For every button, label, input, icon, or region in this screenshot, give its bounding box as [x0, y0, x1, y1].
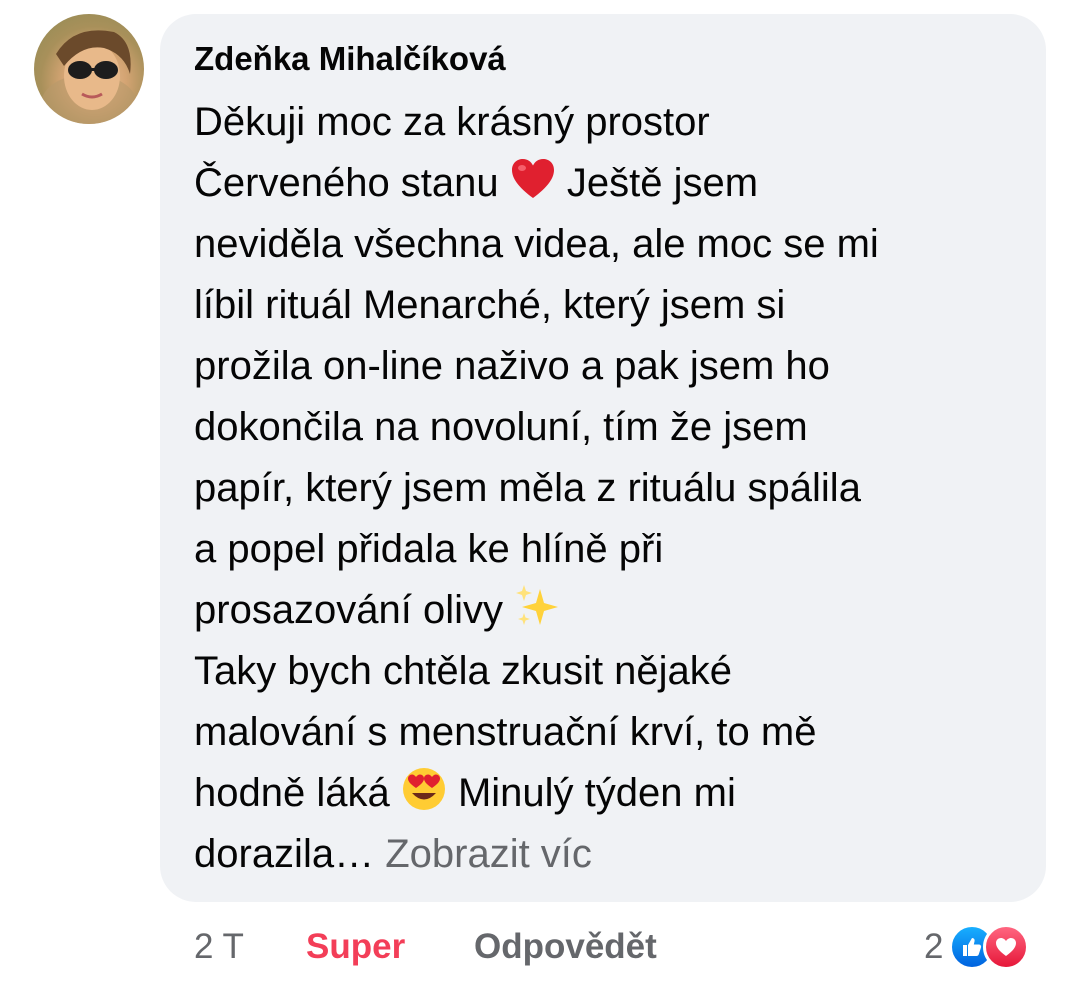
text-segment: Minulý týden mi	[446, 771, 736, 815]
text-segment: malování s menstruační krví, to mě	[194, 710, 817, 754]
love-icon	[983, 924, 1030, 970]
text-segment: Ještě jsem	[555, 161, 759, 205]
text-line: Děkuji moc za krásný prostor	[194, 92, 1034, 153]
text-segment: Červeného stanu	[194, 161, 510, 205]
red-heart-emoji-icon	[511, 159, 554, 198]
text-line: neviděla všechna videa, ale moc se mi	[194, 214, 1034, 275]
text-line: papír, který jsem měla z rituálu spálila	[194, 458, 1034, 519]
super-reaction-button[interactable]: Super	[306, 922, 405, 972]
text-line: dokončila na novoluní, tím že jsem	[194, 397, 1034, 458]
text-segment: prožila on-line naživo a pak jsem ho	[194, 344, 830, 388]
comment-actions: 2 T Super Odpovědět 2	[0, 922, 1079, 972]
text-line: prosazování olivy	[194, 580, 1034, 641]
text-segment: Děkuji moc za krásný prostor	[194, 100, 710, 144]
author-name[interactable]: Zdeňka Mihalčíková	[194, 40, 506, 78]
text-line: prožila on-line naživo a pak jsem ho	[194, 336, 1034, 397]
comment-timestamp[interactable]: 2 T	[194, 922, 244, 972]
text-segment: papír, který jsem měla z rituálu spálila	[194, 466, 861, 510]
text-segment: dokončila na novoluní, tím že jsem	[194, 405, 808, 449]
text-line: Červeného stanu Ještě jsem	[194, 153, 1034, 214]
text-line: hodně láká Minulý týden mi	[194, 763, 1034, 824]
avatar[interactable]	[34, 14, 144, 124]
reply-button[interactable]: Odpovědět	[474, 922, 657, 972]
text-segment: Taky bych chtěla zkusit nějaké	[194, 649, 733, 693]
text-line: a popel přidala ke hlíně při	[194, 519, 1034, 580]
text-segment: líbil rituál Menarché, který jsem si	[194, 283, 786, 327]
text-segment: hodně láká	[194, 771, 401, 815]
text-line: dorazila… Zobrazit víc	[194, 824, 1034, 885]
text-segment: dorazila…	[194, 832, 386, 876]
text-line: malování s menstruační krví, to mě	[194, 702, 1034, 763]
text-segment: prosazování olivy	[194, 588, 515, 632]
avatar-photo-icon	[41, 30, 137, 124]
comment-text: Děkuji moc za krásný prostor Červeného s…	[194, 92, 1034, 885]
reactions-summary[interactable]: 2	[924, 922, 1030, 972]
comment-bubble: Zdeňka Mihalčíková Děkuji moc za krásný …	[160, 14, 1046, 902]
sparkles-emoji-icon	[516, 585, 559, 625]
text-segment: neviděla všechna videa, ale moc se mi	[194, 222, 879, 266]
comment: Zdeňka Mihalčíková Děkuji moc za krásný …	[0, 0, 1079, 983]
text-line: líbil rituál Menarché, který jsem si	[194, 275, 1034, 336]
text-line: Taky bych chtěla zkusit nějaké	[194, 641, 1034, 702]
heart-eyes-emoji-icon	[402, 768, 445, 810]
text-segment: a popel přidala ke hlíně při	[194, 527, 664, 571]
reaction-count: 2	[924, 927, 944, 966]
see-more-link[interactable]: Zobrazit víc	[385, 832, 592, 876]
